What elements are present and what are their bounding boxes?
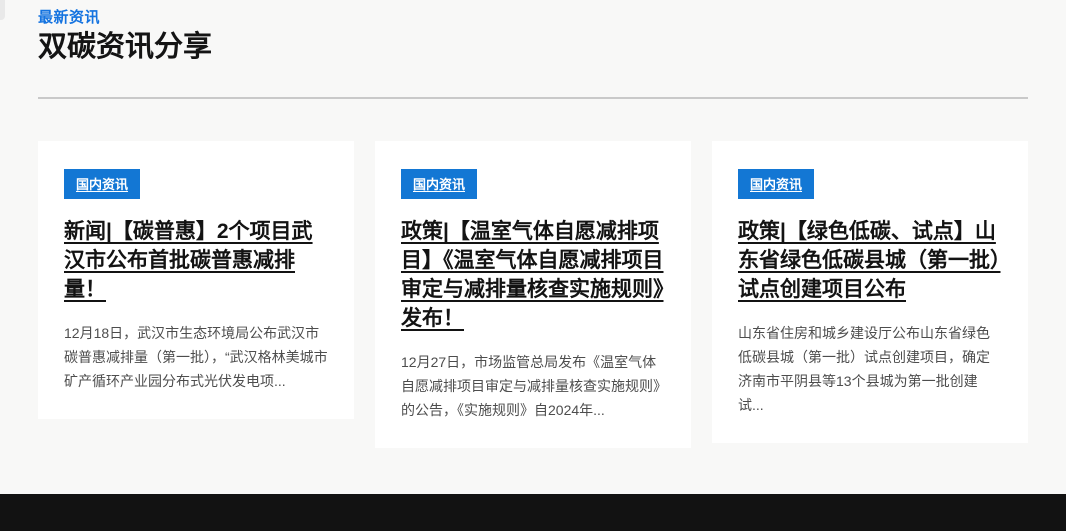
news-card: 国内资讯 新闻|【碳普惠】2个项目武汉市公布首批碳普惠减排量！ 12月18日，武… [38,141,354,419]
article-excerpt: 12月18日，武汉市生态环境局公布武汉市碳普惠减排量（第一批），“武汉格林美城市… [64,321,328,393]
category-badge[interactable]: 国内资讯 [64,169,140,199]
footer-bar [0,494,1066,531]
section-header: 最新资讯 双碳资讯分享 [38,6,1028,99]
article-excerpt: 12月27日，市场监管总局发布《温室气体自愿减排项目审定与减排量核查实施规则》的… [401,350,665,422]
divider [38,97,1028,99]
page: 最新资讯 双碳资讯分享 国内资讯 新闻|【碳普惠】2个项目武汉市公布首批碳普惠减… [0,0,1066,531]
scrollbar-fragment [0,0,5,20]
category-badge[interactable]: 国内资讯 [401,169,477,199]
news-card-grid: 国内资讯 新闻|【碳普惠】2个项目武汉市公布首批碳普惠减排量！ 12月18日，武… [38,141,1028,448]
content-container: 最新资讯 双碳资讯分享 国内资讯 新闻|【碳普惠】2个项目武汉市公布首批碳普惠减… [0,0,1066,448]
category-badge[interactable]: 国内资讯 [738,169,814,199]
article-excerpt: 山东省住房和城乡建设厅公布山东省绿色低碳县城（第一批）试点创建项目，确定济南市平… [738,321,1002,417]
article-title-link[interactable]: 政策|【绿色低碳、试点】山东省绿色低碳县城（第一批）试点创建项目公布 [738,217,1002,304]
page-title: 双碳资讯分享 [38,30,1028,64]
article-title-link[interactable]: 政策|【温室气体自愿减排项目】《温室气体自愿减排项目审定与减排量核查实施规则》发… [401,217,665,333]
news-card: 国内资讯 政策|【绿色低碳、试点】山东省绿色低碳县城（第一批）试点创建项目公布 … [712,141,1028,443]
section-eyebrow: 最新资讯 [38,6,1028,27]
article-title-link[interactable]: 新闻|【碳普惠】2个项目武汉市公布首批碳普惠减排量！ [64,217,328,304]
news-card: 国内资讯 政策|【温室气体自愿减排项目】《温室气体自愿减排项目审定与减排量核查实… [375,141,691,448]
